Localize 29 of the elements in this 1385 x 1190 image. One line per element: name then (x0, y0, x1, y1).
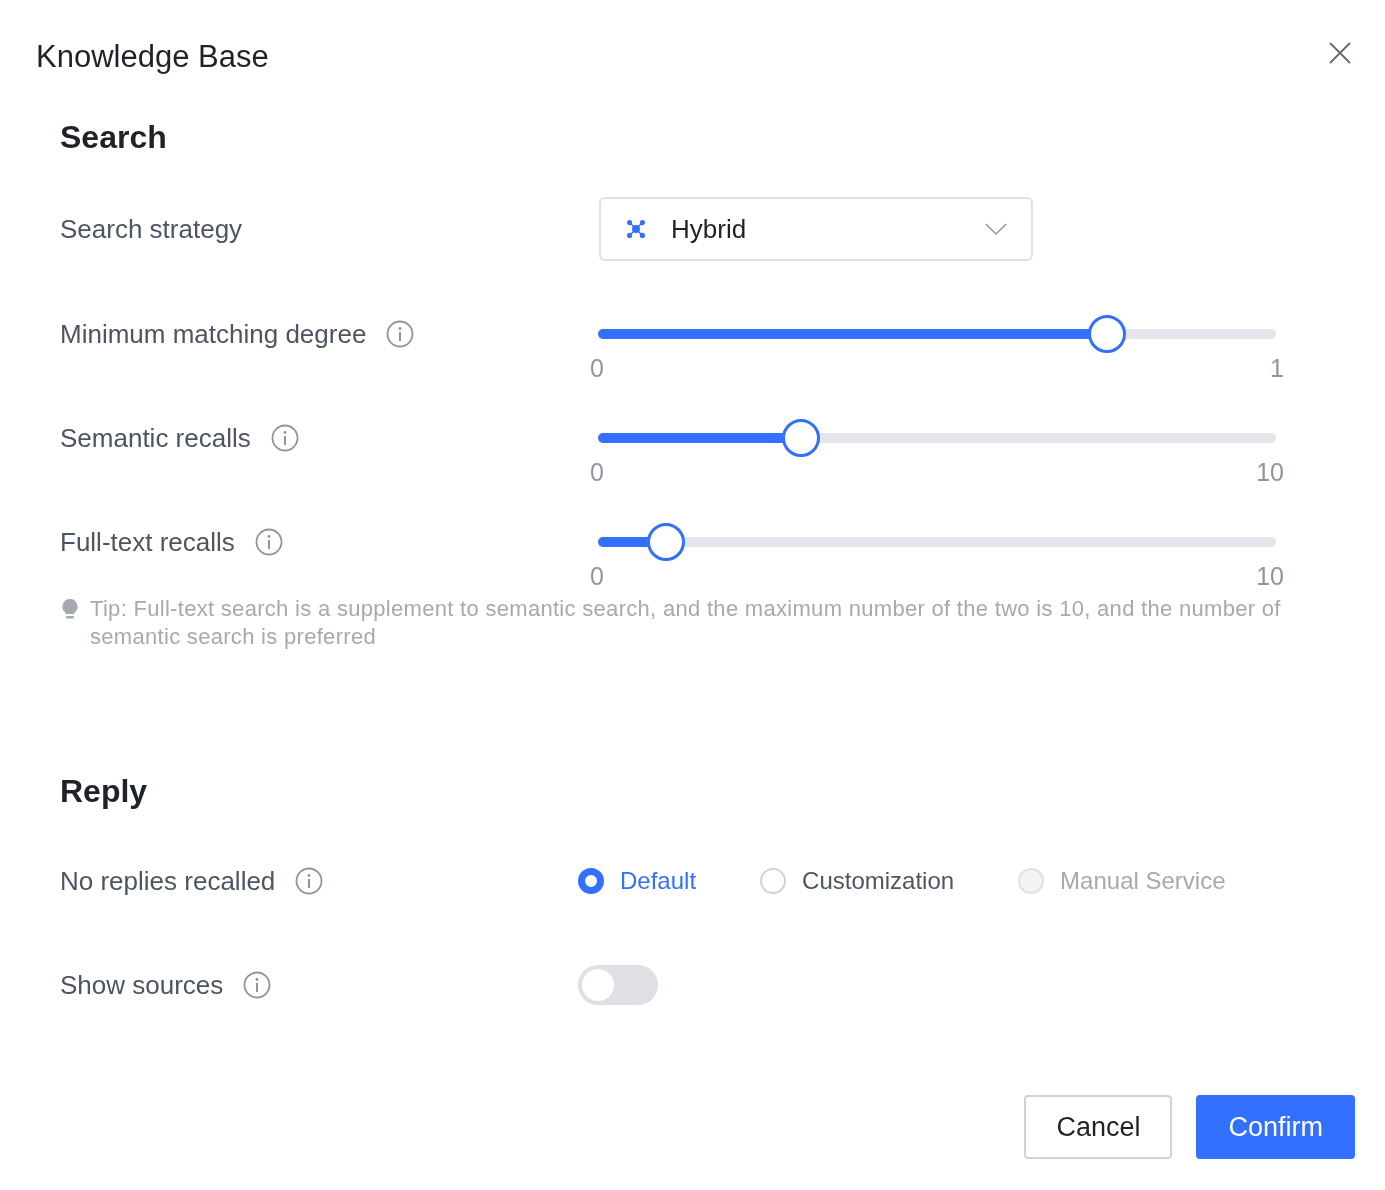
field-label: Full-text recalls (60, 525, 235, 559)
scale-min: 0 (590, 458, 604, 486)
cancel-button[interactable]: Cancel (1024, 1095, 1173, 1159)
lightbulb-icon (60, 598, 80, 620)
scale-max: 10 (1256, 458, 1284, 486)
field-label: No replies recalled (60, 864, 276, 898)
strategy-dropdown[interactable]: Hybrid (599, 197, 1033, 261)
scale-max: 10 (1256, 562, 1284, 590)
scale-min: 0 (590, 354, 604, 382)
section-heading: Search (60, 118, 168, 157)
scale-min: 0 (590, 562, 604, 590)
section-heading: Reply (60, 772, 149, 811)
scale-max: 1 (1270, 354, 1284, 382)
radio-option[interactable]: Customization (760, 863, 955, 899)
tip-text: Tip: Full-text search is a supplement to semantic search, and the maximum number of the two is 10, and the number of semantic search is preferred (90, 595, 1282, 651)
slider-handle[interactable] (782, 419, 821, 457)
field-label: Show sources (60, 968, 224, 1002)
slider-handle[interactable] (646, 523, 685, 561)
radio-option[interactable]: Default (578, 863, 697, 899)
toggle-switch[interactable] (578, 965, 658, 1005)
slider-handle[interactable] (1087, 315, 1126, 353)
confirm-button[interactable]: Confirm (1196, 1095, 1355, 1159)
close-icon[interactable] (1328, 41, 1352, 65)
field-label: Semantic recalls (60, 421, 251, 455)
chevron-down-icon (985, 222, 1007, 236)
field-label: Search strategy (60, 212, 243, 246)
network-icon (625, 218, 647, 240)
field-label: Minimum matching degree (60, 317, 367, 351)
dialog-title: Knowledge Base (36, 38, 269, 76)
